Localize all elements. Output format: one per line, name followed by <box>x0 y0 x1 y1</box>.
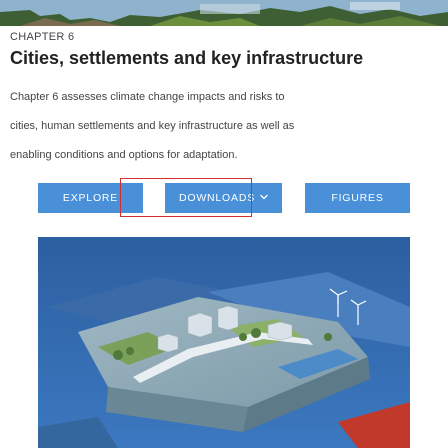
explore-button[interactable]: EXPLORE <box>38 183 143 213</box>
explore-label: EXPLORE <box>62 192 119 204</box>
chapter-description: Chapter 6 assesses climate change impact… <box>10 83 440 170</box>
downloads-label: DOWNLOADS <box>178 192 256 204</box>
city-illustration <box>38 237 410 448</box>
downloads-button[interactable]: DOWNLOADS <box>165 183 282 213</box>
description-line: Chapter 6 assesses climate change impact… <box>10 91 285 103</box>
chevron-down-icon <box>260 193 268 203</box>
description-line: enabling conditions and options for adap… <box>10 149 238 161</box>
page-title: Cities, settlements and key infrastructu… <box>10 48 364 68</box>
figures-button[interactable]: FIGURES <box>305 183 410 213</box>
chapter-label: CHAPTER 6 <box>10 31 75 43</box>
figures-label: FIGURES <box>331 192 384 204</box>
description-line: cities, human settlements and key infras… <box>10 120 295 132</box>
action-buttons: EXPLORE DOWNLOADS FIGURES <box>38 183 410 213</box>
header-banner-image <box>0 0 448 26</box>
